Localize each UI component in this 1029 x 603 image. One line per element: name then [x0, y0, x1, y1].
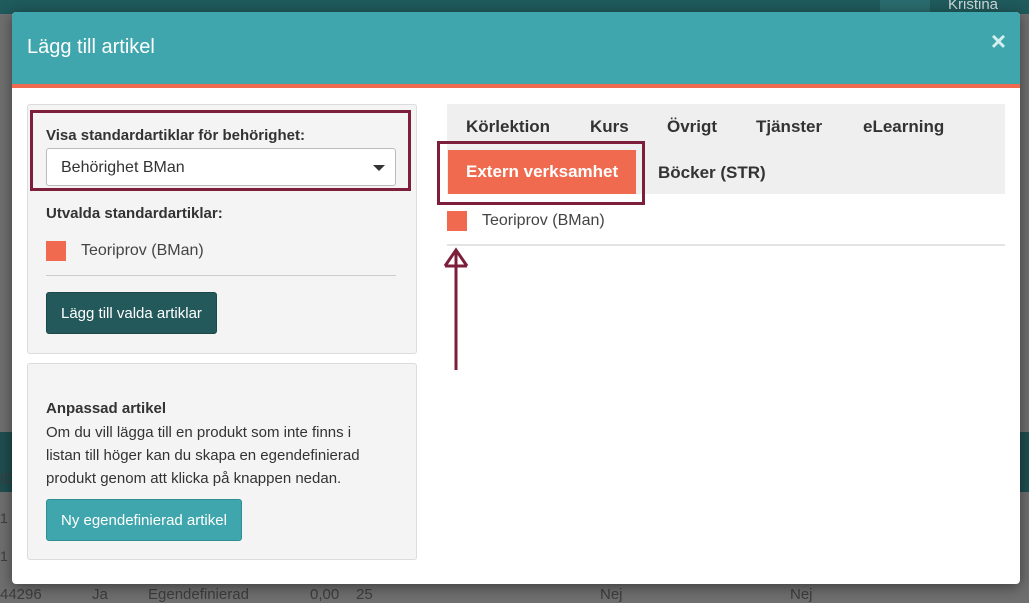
close-icon[interactable]: ×	[991, 26, 1006, 57]
divider	[46, 275, 396, 276]
article-color-swatch	[46, 241, 66, 261]
chevron-down-icon	[373, 165, 385, 171]
background-cell: Nej	[790, 586, 813, 603]
tab-bocker-str[interactable]: Böcker (STR)	[658, 163, 766, 183]
background-cell: 25	[356, 586, 373, 603]
article-list-label: Teoriprov (BMan)	[482, 212, 605, 229]
article-list-item[interactable]: Teoriprov (BMan)	[447, 210, 605, 232]
divider	[447, 244, 1005, 246]
background-cell: 0,00	[310, 586, 340, 603]
background-cell: Nej	[600, 586, 623, 603]
tab-ovrigt[interactable]: Övrigt	[667, 117, 717, 137]
selected-articles-label: Utvalda standardartiklar:	[46, 205, 223, 222]
permission-select-label: Visa standardartiklar för behörighet:	[46, 127, 305, 144]
highlight-frame	[437, 141, 645, 205]
modal-header: Lägg till artikel ×	[12, 12, 1020, 88]
new-custom-article-button[interactable]: Ny egendefinierad artikel	[46, 499, 242, 541]
tab-tjanster[interactable]: Tjänster	[756, 117, 822, 137]
permission-select[interactable]: Behörighet BMan	[46, 148, 396, 186]
tab-kurs[interactable]: Kurs	[590, 117, 629, 137]
annotation-arrow-icon	[443, 247, 469, 370]
custom-article-description: Om du vill lägga till en produkt som int…	[46, 424, 360, 487]
permission-select-value: Behörighet BMan	[61, 159, 185, 176]
background-fragment: 1	[0, 548, 8, 564]
tab-elearning[interactable]: eLearning	[863, 117, 944, 137]
modal-title: Lägg till artikel	[27, 36, 155, 58]
add-article-modal: Lägg till artikel × Visa standardartikla…	[12, 12, 1020, 584]
background-cell: Egendefinierad	[148, 586, 249, 603]
tab-korlektion[interactable]: Körlektion	[466, 117, 550, 137]
standard-articles-panel: Visa standardartiklar för behörighet: Be…	[27, 104, 417, 354]
article-color-swatch	[447, 211, 467, 231]
background-cell: Ja	[92, 586, 108, 603]
custom-article-title: Anpassad artikel	[46, 400, 167, 417]
background-cell: 44296	[0, 586, 42, 603]
custom-article-panel: Anpassad artikel Om du vill lägga till e…	[27, 363, 417, 560]
selected-article-label: Teoriprov (BMan)	[81, 242, 204, 259]
background-fragment: 1	[0, 510, 8, 526]
selected-article-item[interactable]: Teoriprov (BMan)	[46, 239, 204, 263]
add-selected-articles-button[interactable]: Lägg till valda artiklar	[46, 292, 217, 334]
